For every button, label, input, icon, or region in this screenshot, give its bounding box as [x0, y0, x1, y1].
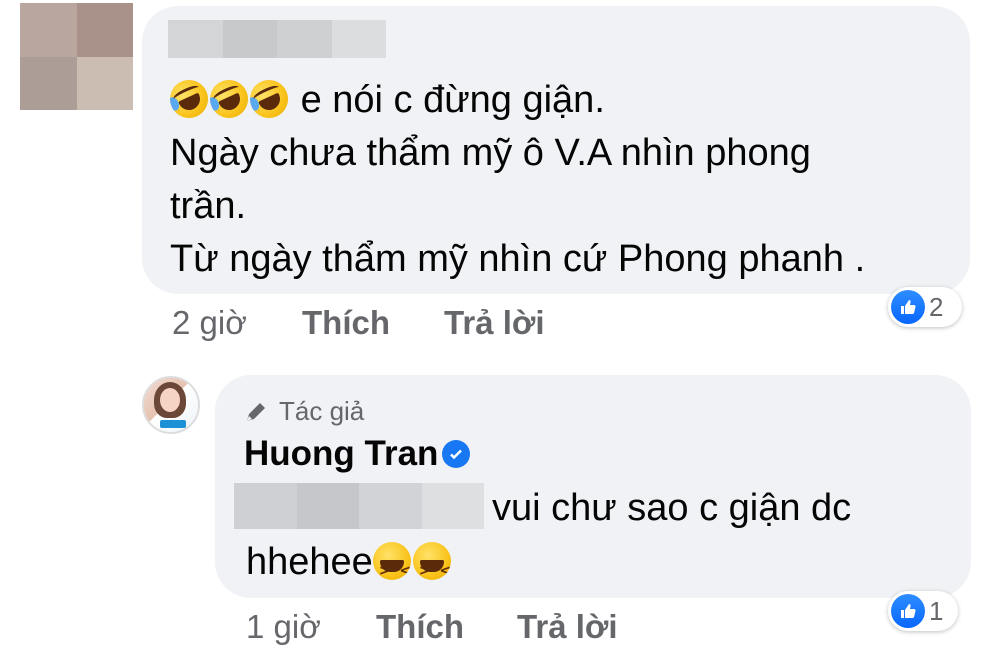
- comment-text-line: Ngày chưa thẩm mỹ ô V.A nhìn phong: [170, 132, 811, 174]
- reply-button[interactable]: Trả lời: [444, 304, 545, 342]
- comment-text-line: e nói c đừng giận.: [300, 79, 605, 121]
- reply-timestamp[interactable]: 1 giờ: [246, 608, 321, 646]
- reaction-summary[interactable]: 2: [888, 287, 962, 327]
- mentioned-name-obscured[interactable]: [234, 483, 484, 529]
- commenter-avatar-obscured[interactable]: [20, 3, 133, 110]
- reaction-summary[interactable]: 1: [888, 591, 958, 631]
- comment-body: e nói c đừng giận. Ngày chưa thẩm mỹ ô V…: [163, 73, 960, 286]
- comment-text-line: trần.: [170, 185, 247, 227]
- pencil-icon: [243, 399, 269, 425]
- author-badge-label: Tác giả: [279, 396, 365, 426]
- rolling-laughing-emoji-icon: [243, 73, 295, 125]
- rolling-laughing-emoji-icon: [203, 73, 255, 125]
- reply-text-line: vui chư sao c giận dc: [492, 487, 852, 529]
- thumbs-up-icon: [891, 290, 925, 324]
- author-badge: Tác giả: [243, 396, 364, 427]
- comment-timestamp[interactable]: 2 giờ: [172, 304, 247, 342]
- grinning-squinting-emoji-icon: [412, 542, 451, 580]
- verified-badge-icon: [442, 440, 471, 468]
- comment-text-line: Từ ngày thẩm mỹ nhìn cứ Phong phanh .: [170, 238, 866, 280]
- reaction-count: 2: [929, 291, 944, 322]
- comment-line-1: e nói c đừng giận.: [163, 73, 960, 127]
- reply-button[interactable]: Trả lời: [517, 608, 618, 646]
- like-button[interactable]: Thích: [302, 304, 390, 342]
- reaction-count: 1: [929, 595, 944, 626]
- reply-author[interactable]: Huong Tran: [244, 434, 471, 474]
- like-button[interactable]: Thích: [376, 608, 464, 646]
- commenter-name-obscured[interactable]: [168, 20, 386, 58]
- reply-text-line-2: hhehee: [246, 536, 453, 589]
- author-avatar[interactable]: [142, 376, 200, 434]
- grinning-squinting-emoji-icon: [372, 542, 411, 580]
- rolling-laughing-emoji-icon: [163, 73, 215, 125]
- reply-author-name[interactable]: Huong Tran: [244, 434, 438, 474]
- thumbs-up-icon: [891, 594, 925, 628]
- reply-text-line: hhehee: [246, 541, 373, 583]
